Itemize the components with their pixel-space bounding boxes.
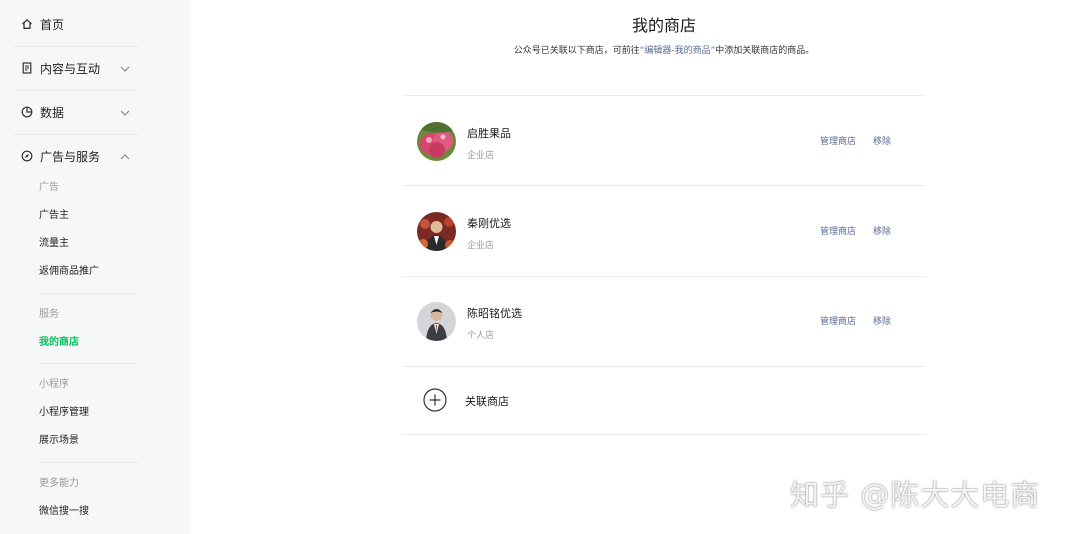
store-name: 陈昭铭优选 xyxy=(467,307,522,320)
link-store-label: 关联商店 xyxy=(465,395,509,408)
manage-store-button[interactable]: 管理商店 xyxy=(820,224,856,237)
manage-store-button[interactable]: 管理商店 xyxy=(820,134,856,147)
home-icon xyxy=(20,17,34,31)
nav-data-label: 数据 xyxy=(40,105,65,120)
chevron-down-icon[interactable] xyxy=(118,61,132,75)
divider xyxy=(39,363,138,364)
sidebar-item-display-scenes[interactable]: 展示场景 xyxy=(39,434,79,448)
store-avatar-person xyxy=(417,302,456,341)
divider xyxy=(402,434,926,435)
compass-icon xyxy=(20,149,34,163)
manage-store-button[interactable]: 管理商店 xyxy=(820,314,856,327)
store-type: 个人店 xyxy=(467,331,495,341)
description-text: 公众号已关联以下商店，可前往 xyxy=(513,46,640,56)
pie-chart-icon xyxy=(20,105,34,119)
store-row: 秦刚优选 企业店 管理商店 移除 xyxy=(402,186,926,276)
remove-store-button[interactable]: 移除 xyxy=(873,224,891,237)
nav-data[interactable]: 数据 xyxy=(14,90,138,134)
sidebar-item-publisher[interactable]: 流量主 xyxy=(39,237,69,251)
store-row: 陈昭铭优选 个人店 管理商店 移除 xyxy=(402,276,926,366)
store-avatar-fruit xyxy=(417,122,456,161)
description-text: 中添加关联商店的商品。 xyxy=(715,46,815,56)
store-row: 启胜果品 企业店 管理商店 移除 xyxy=(402,96,926,186)
nav-content-label: 内容与互动 xyxy=(40,61,101,76)
group-miniprogram-title: 小程序 xyxy=(39,379,69,390)
sidebar: 首页 内容与互动 数据 广告与服务 广告 广告主 流量主 返佣商品推广 服务 我… xyxy=(0,0,190,534)
remove-store-button[interactable]: 移除 xyxy=(873,314,891,327)
divider xyxy=(39,293,138,294)
page-title: 我的商店 xyxy=(631,16,696,35)
sidebar-item-advertiser[interactable]: 广告主 xyxy=(39,209,69,223)
nav-home-label: 首页 xyxy=(40,17,65,32)
chevron-up-icon[interactable] xyxy=(118,149,132,163)
sidebar-item-rebate-promotion[interactable]: 返佣商品推广 xyxy=(39,265,99,279)
group-service-title: 服务 xyxy=(39,309,59,320)
nav-content[interactable]: 内容与互动 xyxy=(14,46,138,90)
editor-products-link[interactable]: “编辑器-我的商品” xyxy=(640,46,716,56)
group-ads-title: 广告 xyxy=(39,182,59,193)
remove-store-button[interactable]: 移除 xyxy=(873,134,891,147)
store-type: 企业店 xyxy=(467,151,495,161)
plus-circle-icon xyxy=(423,388,447,412)
store-name: 秦刚优选 xyxy=(467,217,511,230)
nav-home[interactable]: 首页 xyxy=(14,2,138,46)
group-more-title: 更多能力 xyxy=(39,478,79,489)
divider xyxy=(39,462,138,463)
store-type: 企业店 xyxy=(467,241,495,251)
watermark: 知乎 @陈大大电商 xyxy=(790,478,1041,512)
nav-ads-services-label: 广告与服务 xyxy=(40,149,101,164)
sidebar-item-my-store[interactable]: 我的商店 xyxy=(39,336,79,350)
store-avatar-person xyxy=(417,212,456,251)
page-description: 公众号已关联以下商店，可前往“编辑器-我的商品”中添加关联商店的商品。 xyxy=(190,43,1080,56)
chevron-down-icon[interactable] xyxy=(118,105,132,119)
document-icon xyxy=(20,61,34,75)
sidebar-item-wechat-search[interactable]: 微信搜一搜 xyxy=(39,505,89,519)
link-store-button[interactable]: 关联商店 xyxy=(402,367,926,434)
sidebar-item-miniprogram-manage[interactable]: 小程序管理 xyxy=(39,406,89,420)
nav-ads-services[interactable]: 广告与服务 xyxy=(14,134,138,178)
store-name: 启胜果品 xyxy=(467,127,511,140)
